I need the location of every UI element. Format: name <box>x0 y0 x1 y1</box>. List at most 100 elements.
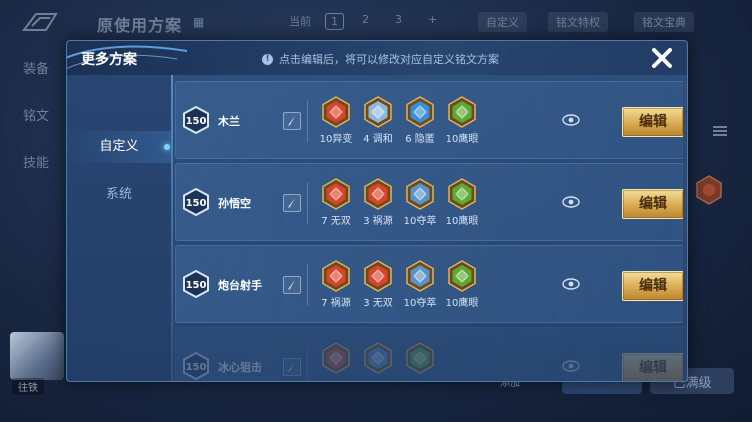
rune-slot[interactable]: 10鹰眼 <box>442 96 482 145</box>
back-logo-icon[interactable] <box>22 10 58 34</box>
level-badge-value: 150 <box>186 116 207 127</box>
info-icon: ! <box>262 53 273 65</box>
background-menu-icon[interactable] <box>712 124 728 138</box>
hero-avatar[interactable] <box>10 332 64 380</box>
edit-button[interactable]: 编辑 <box>622 353 683 381</box>
plan-category-sidebar: 自定义 系统 <box>67 75 171 381</box>
background-tab-current: 当前 <box>289 15 311 28</box>
rune-label: 10夺萃 <box>403 298 437 309</box>
background-custom-chip[interactable]: 自定义 <box>478 12 527 32</box>
row-separator <box>307 264 308 306</box>
background-plan-tabs: 当前 1 2 3 + <box>289 13 437 30</box>
blue-rune-icon <box>364 96 392 128</box>
rune-slot[interactable]: 10鹰眼 <box>442 178 482 227</box>
eye-icon[interactable] <box>562 276 580 292</box>
background-menu-skill[interactable]: 技能 <box>23 152 49 171</box>
background-menu-rune[interactable]: 铭文 <box>23 105 49 124</box>
rune-slot[interactable]: 6 隐匿 <box>400 96 440 145</box>
pencil-icon <box>288 198 295 208</box>
modal-header: 更多方案 ! 点击编辑后，将可以修改对应自定义铭文方案 <box>67 41 687 75</box>
eye-icon[interactable] <box>562 112 580 128</box>
plan-list[interactable]: 150 木兰 10异变 4 调和 6 隐匿 10鹰眼 编辑 150 孙悟空 7 无双 3 祸源 10夺… <box>175 81 683 381</box>
level-badge-icon: 150 <box>183 188 209 216</box>
rune-label: 3 无双 <box>363 298 393 309</box>
rune-label: 10鹰眼 <box>445 298 479 309</box>
blue-rune-icon <box>406 96 434 128</box>
level-badge-icon: 150 <box>183 270 209 298</box>
rune-label: 6 隐匿 <box>405 134 435 145</box>
blue-rune-icon <box>364 342 392 374</box>
red-rune-icon <box>322 96 350 128</box>
rune-slot[interactable] <box>316 342 356 376</box>
rune-slot[interactable]: 7 无双 <box>316 178 356 227</box>
rename-button[interactable] <box>283 358 301 376</box>
plan-row[interactable]: 150 孙悟空 7 无双 3 祸源 10夺萃 10鹰眼 编辑 <box>175 163 683 241</box>
rune-slot[interactable]: 10异变 <box>316 96 356 145</box>
plan-row[interactable]: 150 炮台射手 7 祸源 3 无双 10夺萃 10鹰眼 编辑 <box>175 245 683 323</box>
background-rune-special-chip[interactable]: 铭文特权 <box>548 12 608 32</box>
rune-label: 4 调和 <box>363 134 393 145</box>
rune-slot[interactable] <box>400 342 440 376</box>
background-tab-2[interactable]: 2 <box>362 13 369 30</box>
tab-custom-label: 自定义 <box>99 139 139 154</box>
rune-slot[interactable]: 7 祸源 <box>316 260 356 309</box>
plan-row[interactable]: 150 冰心狙击 编辑 <box>175 327 683 381</box>
pencil-icon <box>288 280 295 290</box>
rune-label: 10夺萃 <box>403 216 437 227</box>
plan-name: 炮台射手 <box>218 279 262 292</box>
modal-hint: ! 点击编辑后，将可以修改对应自定义铭文方案 <box>262 51 499 67</box>
background-tab-1[interactable]: 1 <box>325 13 344 30</box>
rune-label: 7 无双 <box>321 216 351 227</box>
rename-button[interactable] <box>283 112 301 130</box>
red-rune-icon <box>364 178 392 210</box>
blue-rune-icon <box>406 178 434 210</box>
pencil-icon <box>288 362 295 372</box>
edit-button[interactable]: 编辑 <box>622 271 683 301</box>
rune-slot[interactable]: 10夺萃 <box>400 260 440 309</box>
level-badge-value: 150 <box>186 198 207 209</box>
plan-name: 木兰 <box>218 115 240 128</box>
green-rune-icon <box>448 96 476 128</box>
more-plans-modal: 更多方案 ! 点击编辑后，将可以修改对应自定义铭文方案 自定义 系统 150 木兰… <box>66 40 688 382</box>
close-button[interactable] <box>649 45 675 71</box>
rune-slot[interactable]: 10夺萃 <box>400 178 440 227</box>
background-menu-equip[interactable]: 装备 <box>23 58 49 77</box>
hero-avatar-tag: 往铁 <box>12 378 44 395</box>
background-rune-dict-chip[interactable]: 铭文宝典 <box>634 12 694 32</box>
eye-icon[interactable] <box>562 194 580 210</box>
rune-label: 3 祸源 <box>363 216 393 227</box>
red-rune-icon <box>322 260 350 292</box>
rename-button[interactable] <box>283 194 301 212</box>
plan-name: 冰心狙击 <box>218 361 262 374</box>
tab-system[interactable]: 系统 <box>67 179 171 211</box>
plan-name: 孙悟空 <box>218 197 251 210</box>
rune-slot[interactable]: 4 调和 <box>358 96 398 145</box>
tab-custom[interactable]: 自定义 <box>67 131 171 163</box>
background-tab-add[interactable]: + <box>428 13 437 30</box>
rune-label: 7 祸源 <box>321 298 351 309</box>
rune-slot[interactable] <box>358 342 398 376</box>
red-rune-icon <box>322 178 350 210</box>
rune-slot[interactable]: 10鹰眼 <box>442 260 482 309</box>
modal-title: 更多方案 <box>81 52 137 68</box>
rune-label: 10鹰眼 <box>445 216 479 227</box>
rune-slot[interactable]: 3 无双 <box>358 260 398 309</box>
background-rune-icon <box>696 175 722 205</box>
rune-slot[interactable]: 3 祸源 <box>358 178 398 227</box>
edit-button[interactable]: 编辑 <box>622 107 683 137</box>
rune-label: 10鹰眼 <box>445 134 479 145</box>
plan-row[interactable]: 150 木兰 10异变 4 调和 6 隐匿 10鹰眼 编辑 <box>175 81 683 159</box>
tab-system-label: 系统 <box>105 187 132 202</box>
red-rune-icon <box>364 260 392 292</box>
background-tab-3[interactable]: 3 <box>395 13 402 30</box>
rename-button[interactable] <box>283 276 301 294</box>
level-badge-value: 150 <box>186 280 207 291</box>
grid-icon: ▦ <box>193 15 205 29</box>
level-badge-icon: 150 <box>183 106 209 134</box>
level-badge-value: 150 <box>186 362 207 373</box>
pencil-icon <box>288 116 295 126</box>
edit-button[interactable]: 编辑 <box>622 189 683 219</box>
blue-rune-icon <box>406 260 434 292</box>
row-separator <box>307 346 308 381</box>
eye-icon[interactable] <box>562 358 580 374</box>
